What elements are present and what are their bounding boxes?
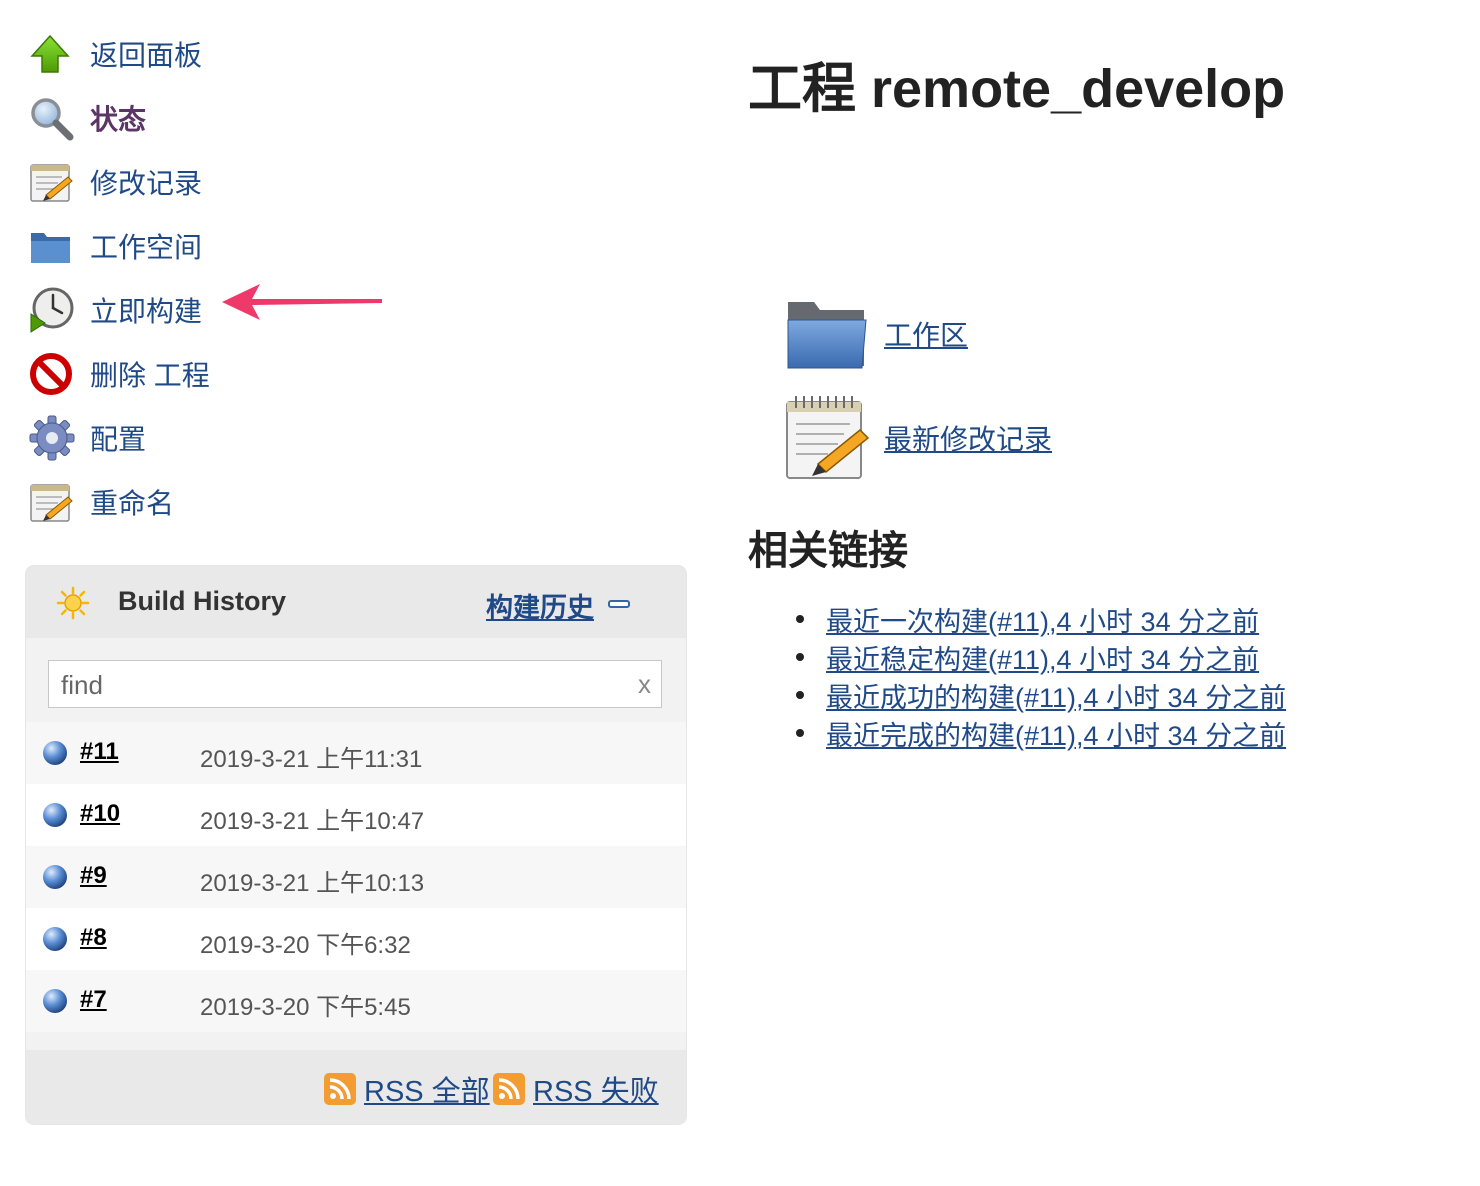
menu-item-delete-project[interactable]: 删除 工程 [28, 342, 448, 406]
build-row: #11 2019-3-21 上午11:31 [26, 722, 686, 784]
recent-changes-link-label: 最新修改记录 [884, 424, 1053, 455]
blue-ball-status-icon [42, 926, 68, 957]
build-time: 2019-3-21 上午10:13 [200, 870, 425, 897]
menu-item-label: 返回面板 [90, 40, 203, 71]
related-link-last-build[interactable]: 最近一次构建(#11),4 小时 34 分之前 [826, 600, 1259, 639]
menu-item-label: 配置 [90, 424, 147, 455]
rss-icon [324, 1073, 356, 1105]
workspace-link-label: 工作区 [884, 320, 969, 351]
workspace-link[interactable]: 工作区 [784, 296, 968, 372]
no-entry-icon [28, 349, 78, 399]
build-history-title: Build History [118, 586, 287, 616]
rss-all-label: RSS 全部 [364, 1076, 490, 1108]
build-number-link[interactable]: #7 [80, 986, 107, 1014]
build-row: #10 2019-3-21 上午10:47 [26, 784, 686, 846]
bullet-icon [796, 691, 804, 699]
collapse-icon[interactable] [608, 600, 630, 608]
notepad-icon [28, 157, 78, 207]
rss-failed-label: RSS 失败 [533, 1076, 659, 1108]
blue-ball-status-icon [42, 740, 68, 771]
menu-item-label: 修改记录 [90, 168, 203, 199]
build-list: #11 2019-3-21 上午11:31 #10 2019-3-21 上午10… [26, 722, 686, 1032]
build-time: 2019-3-20 下午6:32 [200, 932, 411, 959]
menu-item-label: 状态 [90, 104, 147, 135]
menu-item-back-to-dashboard[interactable]: 返回面板 [28, 22, 448, 86]
bullet-icon [796, 615, 804, 623]
notepad-icon [28, 477, 78, 527]
menu-item-rename[interactable]: 重命名 [28, 470, 448, 534]
build-history-footer: RSS 全部 RSS 失败 [26, 1050, 686, 1124]
notepad-icon [786, 396, 870, 479]
menu-item-label: 删除 工程 [90, 360, 210, 391]
rss-icon [493, 1073, 525, 1105]
recent-changes-link[interactable]: 最新修改记录 [784, 394, 1052, 482]
build-search-input[interactable] [49, 661, 623, 709]
page-title: 工程 remote_develop [748, 59, 1286, 119]
folder-icon [787, 302, 867, 369]
build-time: 2019-3-20 下午5:45 [200, 994, 411, 1021]
build-history-header: Build History 构建历史 [26, 566, 686, 638]
search-icon [28, 93, 78, 143]
related-link-last-completed-build[interactable]: 最近完成的构建(#11),4 小时 34 分之前 [826, 714, 1286, 753]
blue-ball-status-icon [42, 864, 68, 895]
annotation-arrow-icon [222, 284, 382, 320]
bullet-icon [796, 729, 804, 737]
rss-failed-link[interactable]: RSS 失败 [493, 1068, 659, 1110]
menu-item-configure[interactable]: 配置 [28, 406, 448, 470]
related-link-last-stable-build[interactable]: 最近稳定构建(#11),4 小时 34 分之前 [826, 638, 1259, 677]
build-row: #7 2019-3-20 下午5:45 [26, 970, 686, 1032]
menu-item-label: 立即构建 [90, 296, 203, 327]
up-arrow-icon [28, 29, 78, 79]
build-number-link[interactable]: #10 [80, 800, 120, 828]
blue-ball-status-icon [42, 988, 68, 1019]
menu-item-workspace[interactable]: 工作空间 [28, 214, 448, 278]
gear-icon [28, 413, 78, 463]
build-time: 2019-3-21 上午10:47 [200, 808, 425, 835]
side-menu: 返回面板 状态 修改记录 工作空间 立即构建 删除 工程 配置 重命名 [28, 22, 448, 534]
build-history-panel: Build History 构建历史 x #11 2019-3-21 上午11:… [26, 566, 686, 1124]
rss-all-link[interactable]: RSS 全部 [324, 1068, 490, 1110]
build-time: 2019-3-21 上午11:31 [200, 746, 423, 773]
build-row: #9 2019-3-21 上午10:13 [26, 846, 686, 908]
sun-weather-icon [56, 586, 90, 625]
related-link-last-successful-build[interactable]: 最近成功的构建(#11),4 小时 34 分之前 [826, 676, 1286, 715]
build-number-link[interactable]: #11 [80, 738, 119, 766]
build-row: #8 2019-3-20 下午6:32 [26, 908, 686, 970]
bullet-icon [796, 653, 804, 661]
menu-item-changes[interactable]: 修改记录 [28, 150, 448, 214]
build-trend-link[interactable]: 构建历史 [486, 586, 594, 625]
menu-item-label: 重命名 [90, 488, 175, 519]
menu-item-status[interactable]: 状态 [28, 86, 448, 150]
related-links-heading: 相关链接 [748, 529, 908, 573]
build-number-link[interactable]: #8 [80, 924, 107, 952]
build-number-link[interactable]: #9 [80, 862, 107, 890]
folder-icon [28, 221, 78, 271]
clock-play-icon [28, 285, 78, 335]
menu-item-label: 工作空间 [90, 232, 203, 263]
search-clear-button[interactable]: x [638, 669, 651, 700]
build-search-box: x [48, 660, 662, 709]
blue-ball-status-icon [42, 802, 68, 833]
